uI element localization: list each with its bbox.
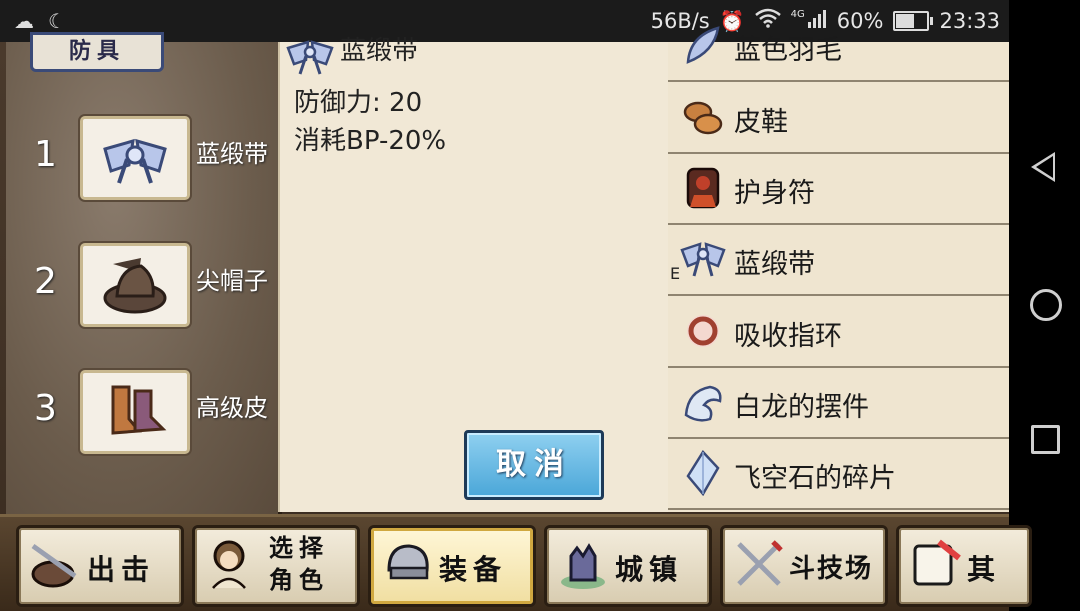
item-label: 蓝缎带 (734, 249, 815, 280)
item-label: 白龙的摆件 (734, 392, 869, 423)
back-icon[interactable] (1031, 152, 1055, 182)
ring-icon (687, 315, 719, 347)
tab-label: 出击 (87, 553, 156, 586)
recent-apps-icon[interactable] (1031, 425, 1060, 454)
list-item[interactable]: E 蓝缎带 (668, 224, 1009, 296)
feather-icon (686, 26, 720, 64)
slot-number: 3 (34, 388, 57, 429)
equip-slot-3[interactable]: 3 高级皮 (6, 370, 278, 454)
navigation-bar (1009, 0, 1080, 608)
tab-label: 斗技场 (789, 554, 874, 584)
item-label: 飞空石的碎片 (734, 463, 896, 494)
castle-icon (561, 543, 605, 589)
pointed-hat-icon (103, 258, 167, 314)
item-list: 蓝色羽毛 皮鞋 护身符 E 蓝缎带 吸收指环 白龙的摆件 飞空石的碎片 (668, 26, 1009, 512)
scroll-icon (913, 539, 961, 586)
game-screen: 防具 1 蓝缎带 2 尖帽子 3 高级皮 蓝缎带 防御力: 20 消耗BP-20… (0, 26, 1032, 611)
character-icon (212, 540, 246, 589)
list-item[interactable]: 飞空石的碎片 (668, 438, 1009, 510)
crossed-swords-icon (737, 540, 783, 586)
list-item[interactable]: 白龙的摆件 (668, 367, 1009, 439)
tab-label: 其 (967, 553, 1002, 586)
boots-icon (111, 385, 167, 435)
section-title-armor: 防具 (30, 32, 164, 72)
equipment-slots-panel: 防具 1 蓝缎带 2 尖帽子 3 高级皮 (6, 32, 282, 515)
ribbon-icon (680, 242, 726, 277)
list-item[interactable]: 蓝色羽毛 (668, 10, 1009, 82)
bottom-tab-bar: 出击 选择 角色 装备 城镇 斗技场 其 (0, 514, 1032, 611)
slot-number: 1 (34, 134, 57, 175)
slot-item-box[interactable] (80, 243, 190, 327)
item-label: 护身符 (734, 178, 815, 209)
moon-icon: ☾ (48, 9, 66, 33)
tab-equipment[interactable]: 装备 (368, 525, 536, 607)
tab-select-character[interactable]: 选择 角色 (192, 525, 360, 607)
ribbon-icon (286, 40, 334, 75)
slot-item-label: 高级皮 (196, 394, 268, 422)
equip-slot-1[interactable]: 1 蓝缎带 (6, 116, 278, 200)
bp-cost-stat: 消耗BP-20% (294, 126, 447, 156)
tab-label: 选择 (269, 534, 329, 562)
cancel-button[interactable]: 取消 (464, 430, 604, 500)
tab-label: 装备 (439, 553, 508, 586)
tab-arena[interactable]: 斗技场 (720, 525, 888, 607)
item-label: 蓝色羽毛 (734, 35, 842, 66)
crystal-icon (686, 450, 720, 496)
slot-item-box[interactable] (80, 116, 190, 200)
list-item[interactable]: 皮鞋 (668, 82, 1009, 154)
tab-label: 角色 (269, 566, 329, 594)
slot-item-label: 蓝缎带 (196, 140, 268, 168)
shoes-icon (683, 101, 723, 135)
tab-town[interactable]: 城镇 (544, 525, 712, 607)
dragon-icon (684, 385, 722, 422)
slot-item-label: 尖帽子 (196, 267, 268, 295)
home-icon[interactable] (1030, 289, 1062, 321)
defense-stat: 防御力: 20 (294, 88, 423, 118)
ribbon-icon (103, 138, 167, 184)
sword-bowl-icon (31, 543, 77, 588)
equip-slot-2[interactable]: 2 尖帽子 (6, 243, 278, 327)
item-label: 吸收指环 (734, 321, 842, 352)
cloud-icon: ☁ (14, 9, 34, 33)
amulet-icon (686, 167, 720, 209)
tab-label-group: 选择 角色 (269, 532, 339, 596)
slot-number: 2 (34, 261, 57, 302)
tab-sortie[interactable]: 出击 (16, 525, 184, 607)
helmet-icon (387, 544, 429, 580)
item-detail-panel: 蓝缎带 防御力: 20 消耗BP-20% 取消 (278, 36, 670, 512)
tab-label: 城镇 (615, 553, 684, 586)
equipped-mark: E (670, 264, 681, 283)
list-item[interactable]: 护身符 (668, 153, 1009, 225)
item-name: 蓝缎带 (340, 36, 419, 66)
tab-other[interactable]: 其 (896, 525, 1032, 607)
slot-item-box[interactable] (80, 370, 190, 454)
list-item[interactable]: 吸收指环 (668, 296, 1009, 368)
item-label: 皮鞋 (734, 107, 788, 138)
